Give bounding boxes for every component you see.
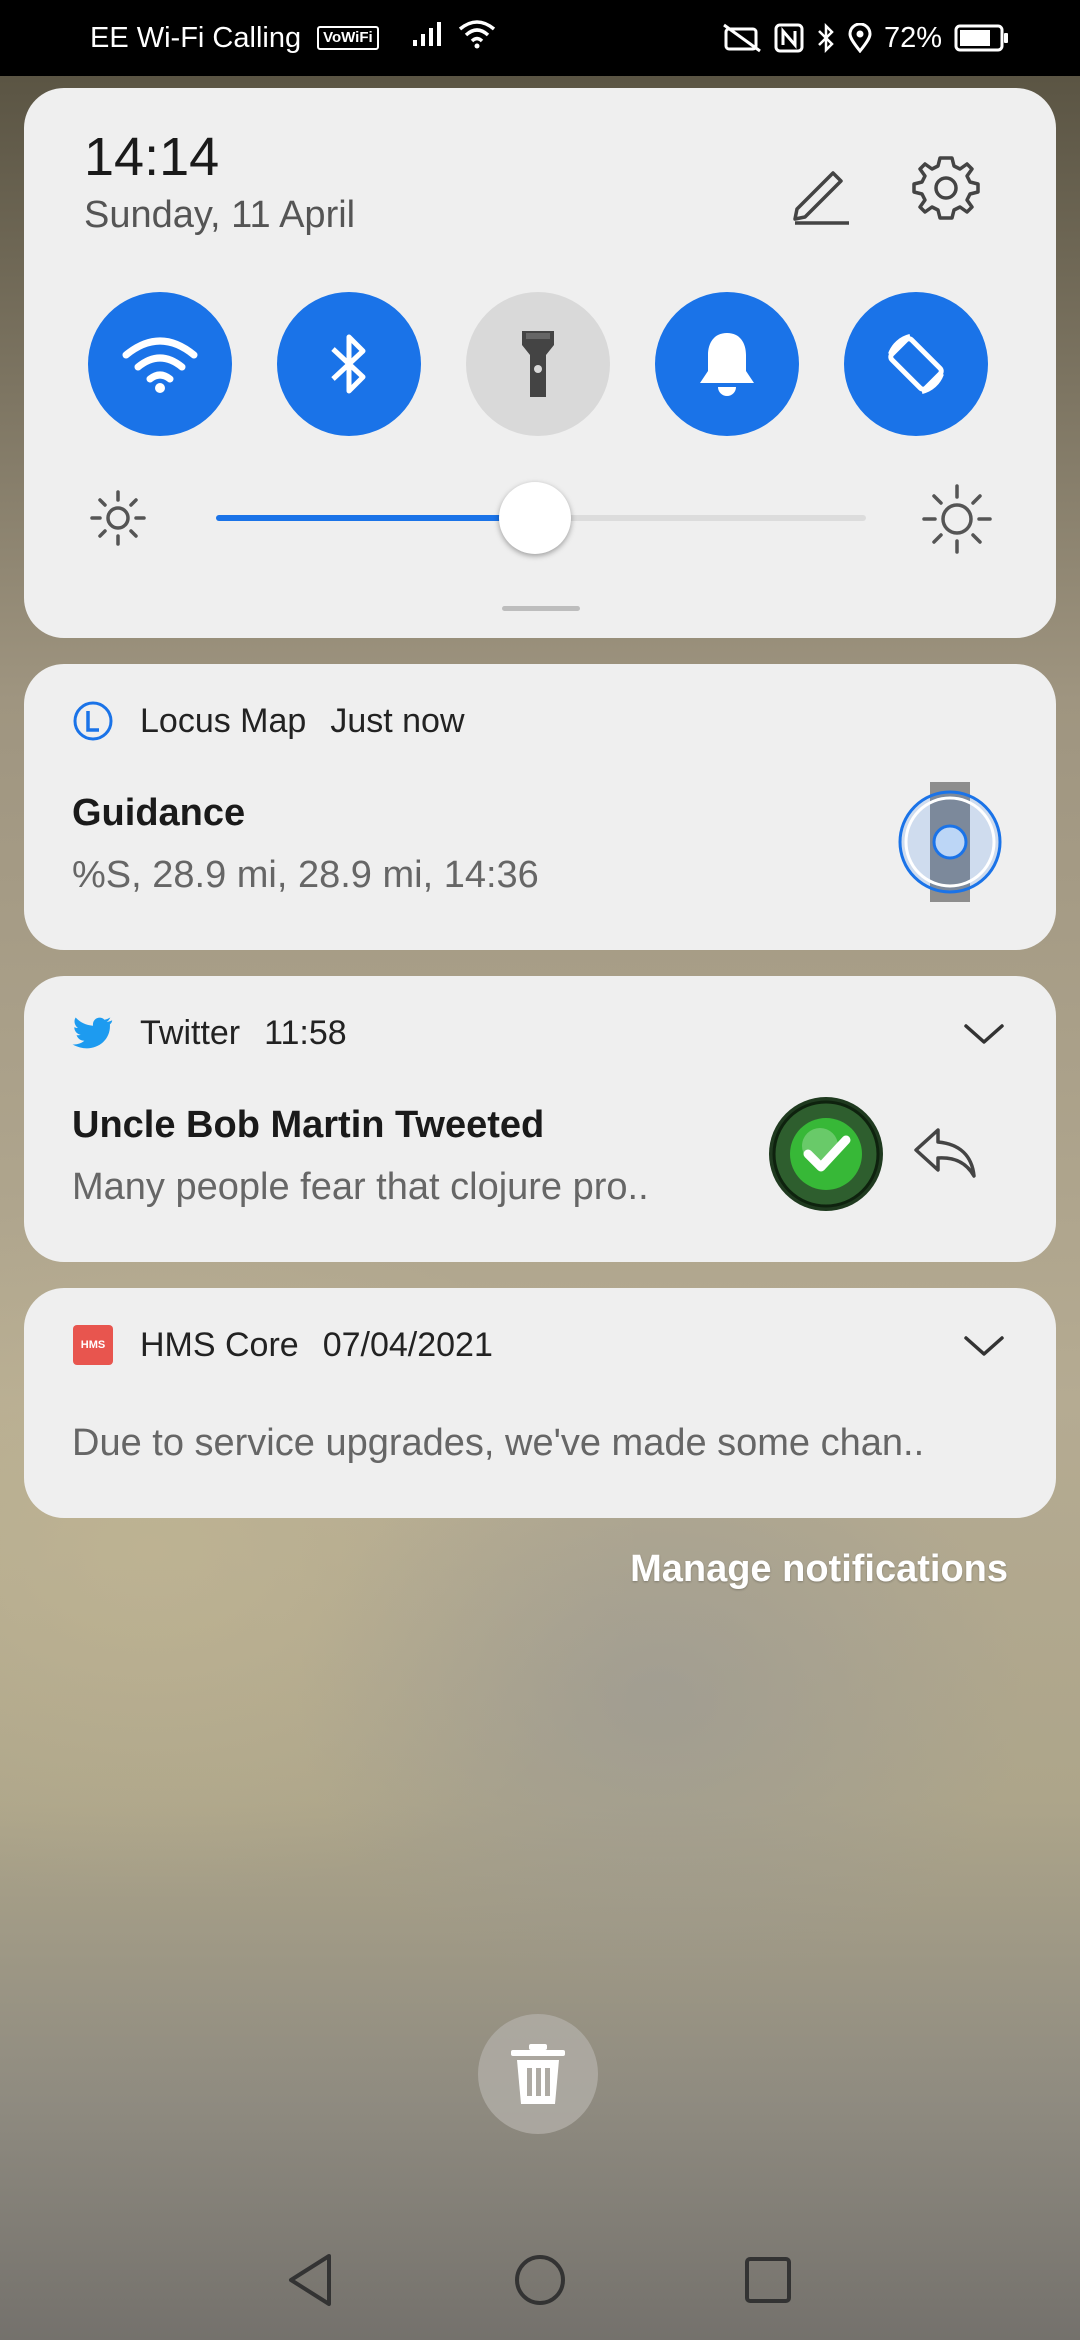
back-button[interactable] [270, 2230, 350, 2330]
notification-text: Due to service upgrades, we've made some… [72, 1422, 925, 1464]
bluetooth-icon [816, 23, 836, 53]
notification-header: Locus Map Just now [72, 700, 465, 742]
locus-map-icon [72, 700, 114, 742]
auto-rotate-toggle[interactable] [844, 292, 988, 436]
notification-title: Guidance [72, 792, 246, 834]
flashlight-toggle[interactable] [466, 292, 610, 436]
date[interactable]: Sunday, 11 April [84, 194, 355, 237]
edit-tiles-button[interactable] [778, 150, 862, 234]
recents-icon [745, 2257, 791, 2303]
panel-drag-handle[interactable] [502, 606, 580, 611]
brightness-high-icon [922, 484, 992, 554]
twitter-icon [72, 1012, 114, 1054]
pencil-icon [793, 171, 849, 225]
flashlight-icon [522, 331, 554, 397]
wifi-toggle[interactable] [88, 292, 232, 436]
clear-all-button[interactable] [478, 2014, 598, 2134]
chevron-down-icon[interactable] [960, 1010, 1008, 1058]
back-icon [289, 2254, 331, 2306]
battery-percent: 72% [883, 21, 942, 54]
status-bar: EE Wi-Fi Calling VoWiFi 72% [0, 0, 1080, 76]
hms-core-icon: HMS [72, 1324, 114, 1366]
settings-button[interactable] [904, 146, 988, 230]
brightness-slider-fill [216, 515, 535, 521]
chevron-down-icon[interactable] [960, 1322, 1008, 1370]
notification-header: HMS HMS Core 07/04/2021 [72, 1324, 493, 1366]
wifi-icon [457, 19, 497, 57]
reply-icon[interactable] [912, 1124, 978, 1182]
app-name: Locus Map [140, 701, 307, 740]
brightness-low-icon [90, 490, 146, 546]
app-name: HMS Core [140, 1325, 299, 1364]
nfc-icon [774, 23, 804, 53]
gear-icon [912, 156, 980, 220]
status-right: 72% [722, 22, 1010, 55]
bluetooth-icon [331, 334, 366, 394]
recents-button[interactable] [728, 2230, 808, 2330]
location-icon [848, 23, 872, 53]
navigation-bar [0, 2230, 1080, 2330]
bell-icon [700, 333, 754, 396]
home-button[interactable] [500, 2230, 580, 2330]
notification-time: 11:58 [264, 1013, 347, 1052]
battery-icon [954, 23, 1010, 53]
notification-twitter[interactable]: Twitter 11:58 Uncle Bob Martin Tweeted M… [24, 976, 1056, 1262]
notification-header: Twitter 11:58 [72, 1012, 347, 1054]
trash-icon [511, 2044, 565, 2104]
avatar [769, 1097, 883, 1211]
notification-time: 07/04/2021 [322, 1325, 493, 1364]
guidance-direction-icon [898, 782, 1002, 902]
notification-text: %S, 28.9 mi, 28.9 mi, 14:36 [72, 854, 539, 896]
signal-icon [411, 20, 445, 56]
wifi-icon [122, 337, 198, 393]
carrier-label: EE Wi-Fi Calling [90, 21, 302, 54]
notification-time: Just now [330, 701, 465, 740]
notification-locus-map[interactable]: Locus Map Just now Guidance %S, 28.9 mi,… [24, 664, 1056, 950]
hms-icon-label: HMS [73, 1325, 113, 1365]
quick-settings-panel: 14:14 Sunday, 11 April [24, 88, 1056, 638]
rotate-icon [888, 334, 944, 394]
notification-text: Many people fear that clojure pro.. [72, 1166, 649, 1208]
manage-notifications-link[interactable]: Manage notifications [630, 1548, 1008, 1591]
battery-saver-icon [722, 23, 762, 53]
clock[interactable]: 14:14 [84, 126, 219, 188]
notification-title: Uncle Bob Martin Tweeted [72, 1104, 545, 1146]
status-left: EE Wi-Fi Calling VoWiFi [90, 19, 497, 57]
bluetooth-toggle[interactable] [277, 292, 421, 436]
app-name: Twitter [140, 1013, 241, 1052]
brightness-slider-thumb[interactable] [498, 482, 571, 554]
home-icon [515, 2255, 565, 2305]
sound-toggle[interactable] [655, 292, 799, 436]
notification-hms-core[interactable]: HMS HMS Core 07/04/2021 Due to service u… [24, 1288, 1056, 1518]
vowifi-badge: VoWiFi [317, 26, 379, 50]
